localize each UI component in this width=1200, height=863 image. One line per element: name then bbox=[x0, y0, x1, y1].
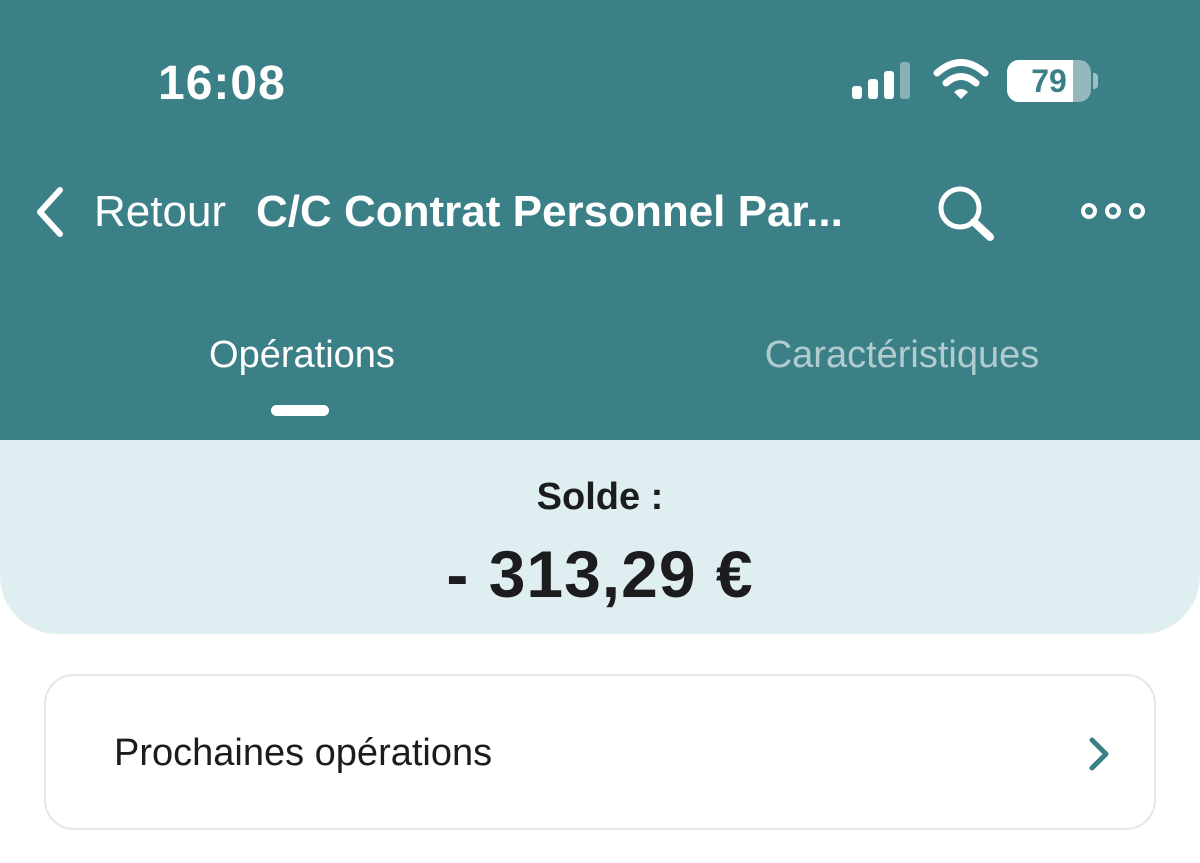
balance-label: Solde : bbox=[536, 476, 664, 518]
balance-panel: Solde : - 313,29 € bbox=[0, 440, 1200, 634]
tab-operations[interactable]: Opérations bbox=[150, 330, 454, 380]
back-button[interactable]: Retour bbox=[30, 180, 226, 244]
upcoming-operations-card[interactable]: Prochaines opérations bbox=[44, 674, 1156, 830]
active-tab-indicator bbox=[271, 405, 329, 416]
chevron-left-icon bbox=[37, 187, 63, 237]
app-header: 16:08 79 Retour C/C Contrat Personnel Pa… bbox=[0, 0, 1200, 440]
page-title: C/C Contrat Personnel Par... bbox=[256, 187, 843, 236]
chevron-right-icon bbox=[1089, 737, 1109, 771]
tab-caracteristiques[interactable]: Caractéristiques bbox=[700, 330, 1104, 380]
magnifier-icon[interactable] bbox=[934, 184, 998, 242]
ellipsis-icon[interactable] bbox=[1080, 196, 1146, 226]
balance-value: - 313,29 € bbox=[446, 537, 754, 611]
status-time: 16:08 bbox=[158, 57, 286, 110]
cellular-signal-icon bbox=[852, 62, 910, 99]
battery-indicator: 79 bbox=[1007, 60, 1098, 102]
wifi-icon bbox=[933, 59, 989, 99]
battery-level: 79 bbox=[1031, 63, 1067, 99]
back-label: Retour bbox=[94, 187, 227, 236]
upcoming-operations-label: Prochaines opérations bbox=[114, 732, 493, 774]
